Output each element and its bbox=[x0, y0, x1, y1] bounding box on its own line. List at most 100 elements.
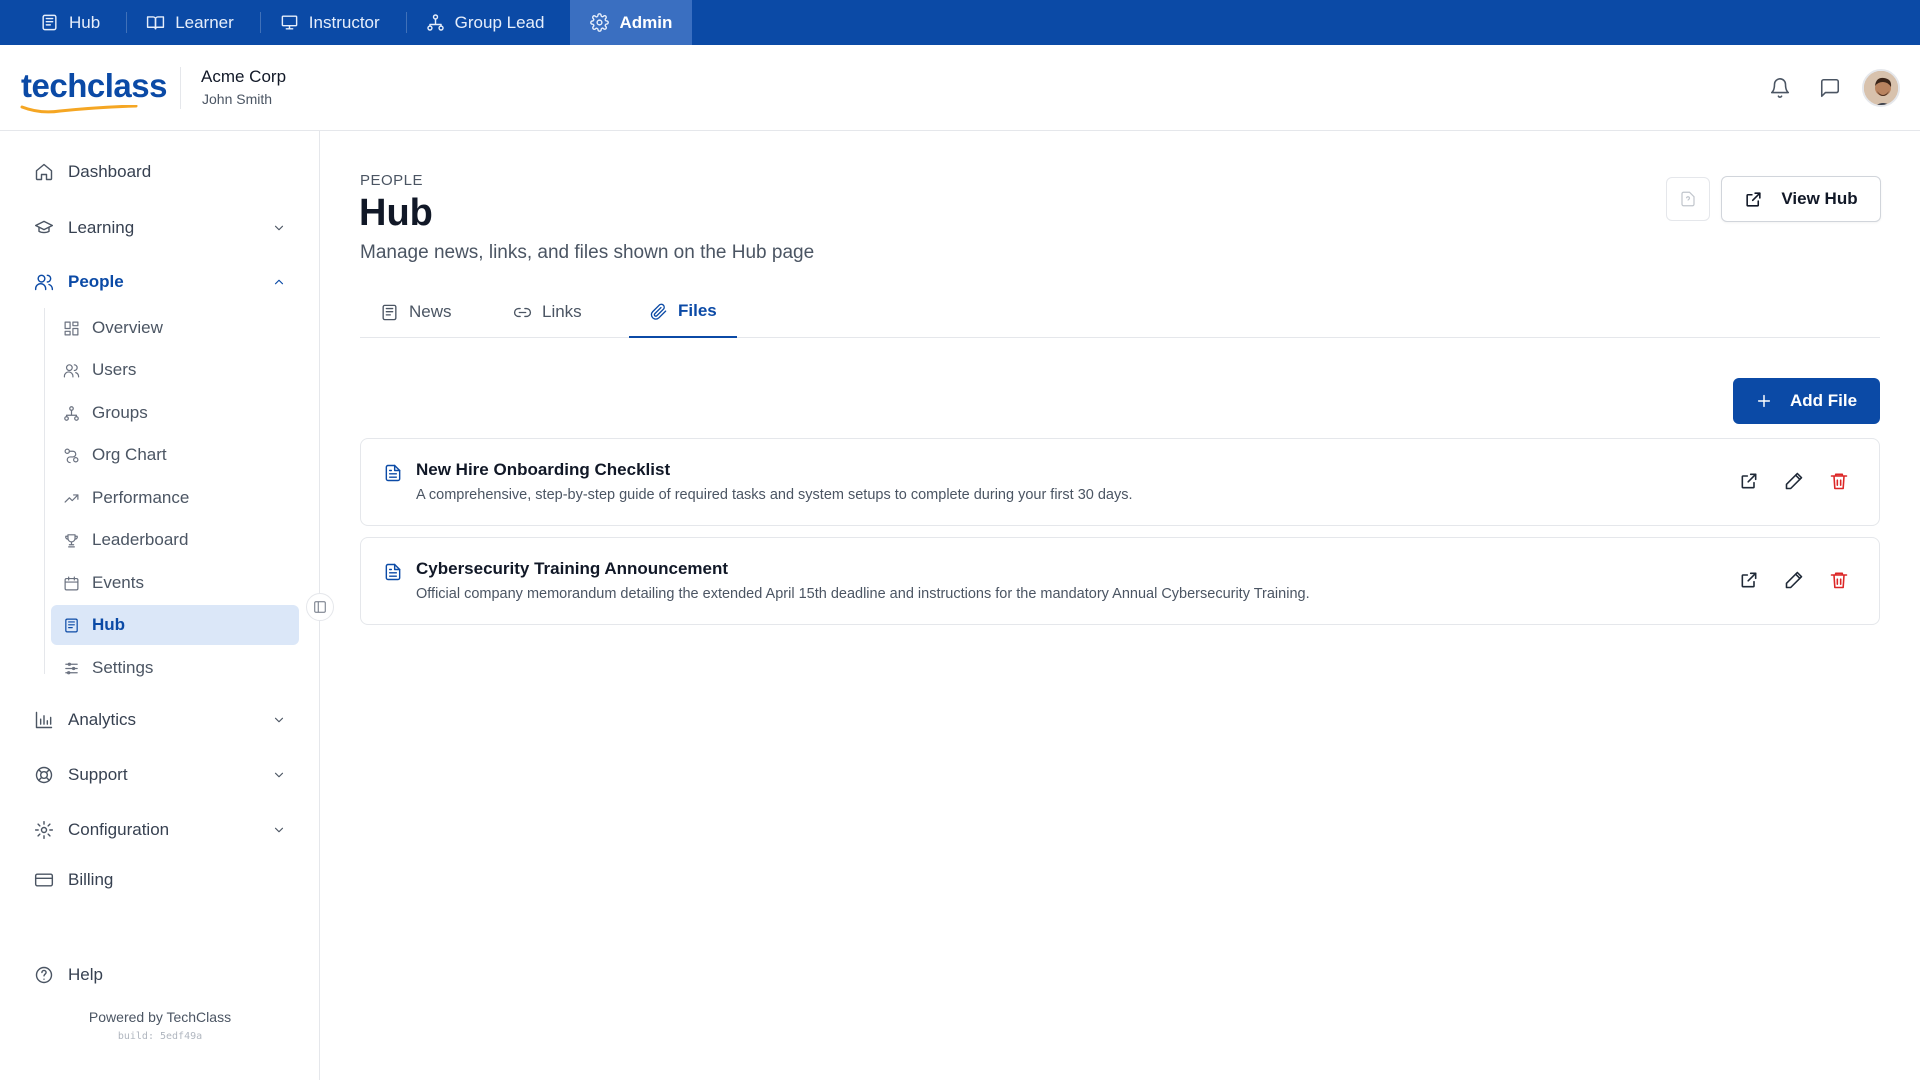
edit-file-button[interactable] bbox=[1782, 469, 1806, 493]
add-file-button[interactable]: Add File bbox=[1733, 378, 1880, 424]
gear-icon bbox=[590, 13, 610, 32]
sidebar-item-label: Support bbox=[68, 765, 128, 784]
view-hub-button[interactable]: View Hub bbox=[1721, 176, 1881, 222]
sidebar-item-settings[interactable]: Settings bbox=[51, 648, 299, 688]
powered-by-text: Powered by TechClass bbox=[88, 1009, 232, 1025]
paperclip-icon bbox=[650, 303, 667, 320]
sidebar-item-label: Dashboard bbox=[68, 162, 152, 181]
tab-news[interactable]: News bbox=[360, 286, 472, 338]
header-divider bbox=[180, 67, 181, 109]
users-icon bbox=[63, 363, 80, 377]
sidebar-item-overview[interactable]: Overview bbox=[51, 308, 299, 348]
techclass-logo[interactable]: techclass bbox=[21, 67, 167, 105]
sidebar-item-label: Performance bbox=[92, 488, 190, 507]
file-help-icon bbox=[1681, 191, 1695, 207]
breadcrumb: PEOPLE bbox=[360, 172, 424, 189]
graduation-cap-icon bbox=[34, 220, 54, 234]
sidebar-item-label: Overview bbox=[92, 318, 163, 337]
view-hub-label: View Hub bbox=[1781, 189, 1858, 208]
life-buoy-icon bbox=[35, 766, 53, 784]
delete-file-button[interactable] bbox=[1827, 568, 1851, 592]
plus-icon bbox=[1757, 394, 1771, 408]
user-avatar-icon bbox=[1864, 71, 1898, 105]
messages-button[interactable] bbox=[1819, 77, 1841, 99]
tab-label: News bbox=[409, 302, 452, 321]
bar-chart-icon bbox=[35, 711, 53, 729]
role-tab-hub[interactable]: Hub bbox=[20, 0, 126, 45]
role-tab-group-lead[interactable]: Group Lead bbox=[405, 0, 571, 45]
chevron-down-icon bbox=[274, 717, 284, 723]
help-doc-button[interactable] bbox=[1666, 177, 1710, 221]
newspaper-icon bbox=[65, 618, 78, 632]
sidebar: Dashboard Learning People Overview Users… bbox=[0, 131, 334, 1080]
sidebar-item-users[interactable]: Users bbox=[51, 350, 299, 390]
notifications-button[interactable] bbox=[1769, 77, 1791, 99]
sidebar-item-performance[interactable]: Performance bbox=[51, 478, 299, 518]
sidebar-item-label: Configuration bbox=[68, 820, 170, 839]
sidebar-collapse-button[interactable] bbox=[306, 593, 334, 621]
sidebar-item-people[interactable]: People bbox=[34, 262, 294, 302]
sidebar-item-label: Org Chart bbox=[92, 445, 167, 464]
pencil-icon bbox=[1785, 571, 1803, 589]
sidebar-item-label: Help bbox=[68, 965, 103, 984]
tab-label: Links bbox=[542, 302, 582, 321]
panel-left-icon bbox=[314, 601, 326, 613]
avatar[interactable] bbox=[1862, 69, 1900, 107]
hierarchy-icon bbox=[426, 14, 444, 31]
sidebar-item-leaderboard[interactable]: Leaderboard bbox=[51, 520, 299, 560]
chevron-up-icon bbox=[274, 279, 284, 285]
home-icon bbox=[35, 163, 53, 181]
sidebar-item-label: Leaderboard bbox=[92, 530, 189, 549]
grid-icon bbox=[64, 321, 79, 335]
calendar-icon bbox=[64, 576, 79, 590]
external-link-icon bbox=[1741, 473, 1757, 489]
open-file-button[interactable] bbox=[1737, 568, 1761, 592]
file-description: Official company memorandum detailing th… bbox=[416, 586, 1310, 602]
sidebar-item-label: Settings bbox=[92, 658, 154, 677]
sidebar-item-label: Groups bbox=[92, 403, 148, 422]
link-icon bbox=[513, 307, 532, 317]
sidebar-item-dashboard[interactable]: Dashboard bbox=[34, 152, 294, 192]
book-open-icon bbox=[147, 16, 165, 30]
sidebar-item-support[interactable]: Support bbox=[34, 755, 294, 795]
sidebar-item-label: Hub bbox=[92, 615, 126, 634]
role-tab-instructor[interactable]: Instructor bbox=[259, 0, 406, 45]
open-file-button[interactable] bbox=[1737, 469, 1761, 493]
delete-file-button[interactable] bbox=[1827, 469, 1851, 493]
role-tab-label: Learner bbox=[175, 12, 234, 32]
trash-icon bbox=[1830, 473, 1848, 490]
sidebar-item-configuration[interactable]: Configuration bbox=[34, 810, 294, 850]
file-title: Cybersecurity Training Announcement bbox=[416, 559, 729, 578]
newspaper-icon bbox=[382, 304, 397, 320]
sidebar-item-org-chart[interactable]: Org Chart bbox=[51, 435, 299, 475]
sidebar-item-help[interactable]: Help bbox=[34, 955, 294, 995]
role-tab-admin[interactable]: Admin bbox=[570, 0, 693, 45]
role-tab-label: Admin bbox=[619, 12, 673, 32]
submenu-guide-line bbox=[44, 308, 45, 674]
sidebar-item-billing[interactable]: Billing bbox=[34, 860, 294, 900]
sidebar-item-learning[interactable]: Learning bbox=[34, 208, 294, 248]
org-name: Acme Corp bbox=[201, 67, 287, 86]
sidebar-item-hub[interactable]: Hub bbox=[51, 605, 299, 645]
app-header: techclass Acme Corp John Smith bbox=[0, 45, 1920, 131]
users-icon bbox=[34, 274, 54, 291]
role-switcher-bar: Hub Learner Instructor Group Lead Admin bbox=[0, 0, 1920, 45]
tab-files[interactable]: Files bbox=[629, 286, 737, 338]
sidebar-item-groups[interactable]: Groups bbox=[51, 393, 299, 433]
tab-label: Files bbox=[678, 301, 717, 320]
document-icon bbox=[383, 561, 403, 583]
credit-card-icon bbox=[34, 873, 54, 887]
sidebar-item-events[interactable]: Events bbox=[51, 563, 299, 603]
file-title: New Hire Onboarding Checklist bbox=[416, 460, 671, 479]
help-circle-icon bbox=[35, 966, 53, 984]
logo-swoosh-icon bbox=[20, 105, 138, 114]
role-tab-label: Instructor bbox=[308, 12, 380, 32]
role-tab-learner[interactable]: Learner bbox=[126, 0, 260, 45]
edit-file-button[interactable] bbox=[1782, 568, 1806, 592]
sidebar-item-label: Analytics bbox=[68, 710, 137, 729]
sidebar-item-analytics[interactable]: Analytics bbox=[34, 700, 294, 740]
tab-links[interactable]: Links bbox=[493, 286, 602, 338]
page-description: Manage news, links, and files shown on t… bbox=[360, 242, 815, 263]
role-tab-label: Hub bbox=[69, 12, 101, 32]
bell-icon bbox=[1770, 78, 1790, 98]
